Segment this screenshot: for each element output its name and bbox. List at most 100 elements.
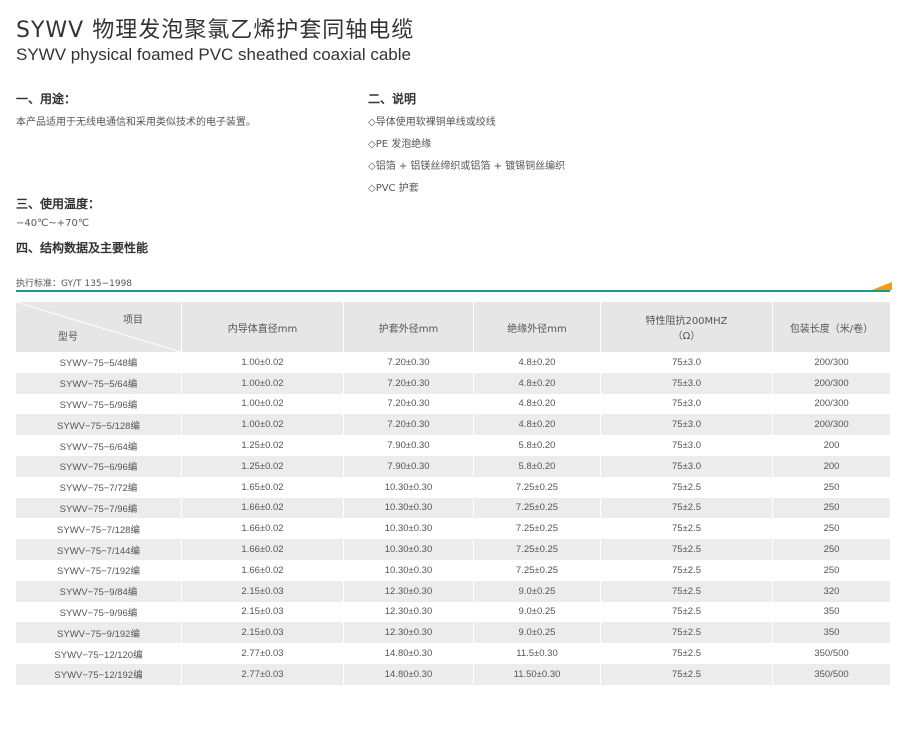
table-row: SYWV−75−9/192编 2.15±0.03 12.30±0.30 9.0±0.2… — [16, 622, 890, 644]
description-item: ◇导体使用软裸铜单线或绞线 — [368, 117, 496, 128]
cell-sheath-diameter: 10.30±0.30 — [344, 559, 474, 581]
cell-model: SYWV−75−9/192编 — [16, 622, 182, 644]
table-row: SYWV−75−7/128编 1.66±0.02 10.30±0.30 7.25±0.… — [16, 518, 890, 540]
cell-package-length: 250 — [773, 497, 890, 519]
cell-impedance: 75±2.5 — [601, 497, 773, 519]
cell-package-length: 200/300 — [773, 352, 890, 373]
cell-inner-conductor: 2.15±0.03 — [182, 580, 344, 602]
header-sheath-diameter: 护套外径mm — [344, 302, 474, 352]
page-title-cn: SYWV 物理发泡聚氯乙烯护套同轴电缆 — [16, 18, 415, 43]
cell-package-length: 350 — [773, 601, 890, 623]
cell-sheath-diameter: 7.20±0.30 — [344, 414, 474, 436]
cell-impedance: 75±3.0 — [601, 393, 773, 415]
cell-model: SYWV−75−5/96编 — [16, 393, 182, 415]
cell-insulation-diameter: 7.25±0.25 — [474, 518, 601, 540]
cell-insulation-diameter: 7.25±0.25 — [474, 559, 601, 581]
cell-insulation-diameter: 7.25±0.25 — [474, 497, 601, 519]
cell-model: SYWV−75−7/144编 — [16, 539, 182, 560]
cell-sheath-diameter: 10.30±0.30 — [344, 497, 474, 519]
cell-inner-conductor: 1.66±0.02 — [182, 497, 344, 519]
description-item: ◇铝箔 + 铝镁丝缔织或铝箔 + 镀锡铜丝编织 — [368, 161, 566, 172]
table-row: SYWV−75−6/64编 1.25±0.02 7.90±0.30 5.8±0.20 7… — [16, 435, 890, 456]
cell-impedance: 75±2.5 — [601, 476, 773, 498]
cell-impedance: 75±2.5 — [601, 601, 773, 623]
cell-package-length: 200/300 — [773, 393, 890, 415]
cell-inner-conductor: 1.25±0.02 — [182, 435, 344, 456]
cell-model: SYWV−75−12/120编 — [16, 643, 182, 664]
cell-sheath-diameter: 12.30±0.30 — [344, 622, 474, 644]
cell-insulation-diameter: 4.8±0.20 — [474, 372, 601, 394]
cell-inner-conductor: 1.25±0.02 — [182, 455, 344, 477]
cell-package-length: 350 — [773, 622, 890, 644]
temperature-text: −40℃~+70℃ — [16, 218, 90, 229]
header-package-length: 包装长度（米/卷） — [773, 302, 890, 352]
cell-package-length: 350/500 — [773, 663, 890, 685]
cell-sheath-diameter: 7.90±0.30 — [344, 435, 474, 456]
cell-package-length: 200/300 — [773, 372, 890, 394]
table-row: SYWV−75−5/64编 1.00±0.02 7.20±0.30 4.8±0.20 7… — [16, 372, 890, 394]
cell-inner-conductor: 1.00±0.02 — [182, 352, 344, 373]
cell-insulation-diameter: 11.5±0.30 — [474, 643, 601, 664]
cell-sheath-diameter: 7.20±0.30 — [344, 352, 474, 373]
cell-impedance: 75±2.5 — [601, 559, 773, 581]
cell-model: SYWV−75−12/192编 — [16, 663, 182, 685]
cell-insulation-diameter: 7.25±0.25 — [474, 476, 601, 498]
table-row: SYWV−75−7/72编 1.65±0.02 10.30±0.30 7.25±0.2… — [16, 476, 890, 498]
cell-sheath-diameter: 14.80±0.30 — [344, 643, 474, 664]
description-item: ◇PVC 护套 — [368, 183, 419, 194]
triangle-marker-icon — [872, 282, 892, 290]
cell-impedance: 75±3.0 — [601, 455, 773, 477]
description-item: ◇PE 发泡绝缘 — [368, 139, 432, 150]
cell-model: SYWV−75−5/64编 — [16, 372, 182, 394]
cell-model: SYWV−75−5/48编 — [16, 352, 182, 373]
cell-model: SYWV−75−7/96编 — [16, 497, 182, 519]
cell-impedance: 75±2.5 — [601, 580, 773, 602]
temperature-heading: 三、使用温度： — [16, 197, 101, 211]
cell-sheath-diameter: 10.30±0.30 — [344, 518, 474, 540]
table-row: SYWV−75−5/48编 1.00±0.02 7.20±0.30 4.8±0.20 7… — [16, 352, 890, 373]
cell-inner-conductor: 2.77±0.03 — [182, 643, 344, 664]
cell-model: SYWV−75−7/192编 — [16, 559, 182, 581]
header-model-label: 型号 — [58, 332, 78, 343]
cell-model: SYWV−75−6/96编 — [16, 455, 182, 477]
cell-sheath-diameter: 12.30±0.30 — [344, 601, 474, 623]
diagonal-line — [16, 302, 181, 352]
table-row: SYWV−75−7/192编 1.66±0.02 10.30±0.30 7.25±0.… — [16, 559, 890, 581]
cell-package-length: 200/300 — [773, 414, 890, 436]
cell-package-length: 250 — [773, 559, 890, 581]
header-impedance: 特性阻抗200MHZ （Ω） — [601, 302, 773, 352]
header-inner-conductor: 内导体直径mm — [182, 302, 344, 352]
cell-model: SYWV−75−9/96编 — [16, 601, 182, 623]
cell-insulation-diameter: 9.0±0.25 — [474, 622, 601, 644]
cell-sheath-diameter: 12.30±0.30 — [344, 580, 474, 602]
cell-insulation-diameter: 4.8±0.20 — [474, 393, 601, 415]
table-header-row: 项目 型号 内导体直径mm 护套外径mm 绝缘外径mm 特性阻抗200MHZ （… — [16, 302, 890, 352]
cell-package-length: 250 — [773, 539, 890, 560]
cell-insulation-diameter: 5.8±0.20 — [474, 435, 601, 456]
cell-insulation-diameter: 9.0±0.25 — [474, 601, 601, 623]
cell-impedance: 75±3.0 — [601, 352, 773, 373]
description-heading: 二、说明 — [368, 92, 417, 106]
cell-sheath-diameter: 7.90±0.30 — [344, 455, 474, 477]
cell-insulation-diameter: 5.8±0.20 — [474, 455, 601, 477]
cell-inner-conductor: 1.66±0.02 — [182, 539, 344, 560]
cell-sheath-diameter: 14.80±0.30 — [344, 663, 474, 685]
cell-inner-conductor: 2.15±0.03 — [182, 622, 344, 644]
cell-inner-conductor: 1.66±0.02 — [182, 559, 344, 581]
cell-model: SYWV−75−7/128编 — [16, 518, 182, 540]
header-diagonal-cell: 项目 型号 — [16, 302, 182, 352]
header-insulation-diameter: 绝缘外径mm — [474, 302, 601, 352]
cell-package-length: 200 — [773, 455, 890, 477]
cell-sheath-diameter: 7.20±0.30 — [344, 393, 474, 415]
table-row: SYWV−75−9/84编 2.15±0.03 12.30±0.30 9.0±0.25… — [16, 580, 890, 602]
table-row: SYWV−75−7/144编 1.66±0.02 10.30±0.30 7.25±0.… — [16, 539, 890, 560]
usage-text: 本产品适用于无线电通信和采用类似技术的电子装置。 — [16, 117, 256, 128]
cell-sheath-diameter: 7.20±0.30 — [344, 372, 474, 394]
cell-impedance: 75±2.5 — [601, 622, 773, 644]
cell-insulation-diameter: 9.0±0.25 — [474, 580, 601, 602]
cell-package-length: 320 — [773, 580, 890, 602]
structure-heading: 四、结构数据及主要性能 — [16, 241, 149, 255]
cell-impedance: 75±2.5 — [601, 518, 773, 540]
table-row: SYWV−75−12/120编 2.77±0.03 14.80±0.30 11.5±0… — [16, 643, 890, 664]
table-row: SYWV−75−6/96编 1.25±0.02 7.90±0.30 5.8±0.20 7… — [16, 455, 890, 477]
